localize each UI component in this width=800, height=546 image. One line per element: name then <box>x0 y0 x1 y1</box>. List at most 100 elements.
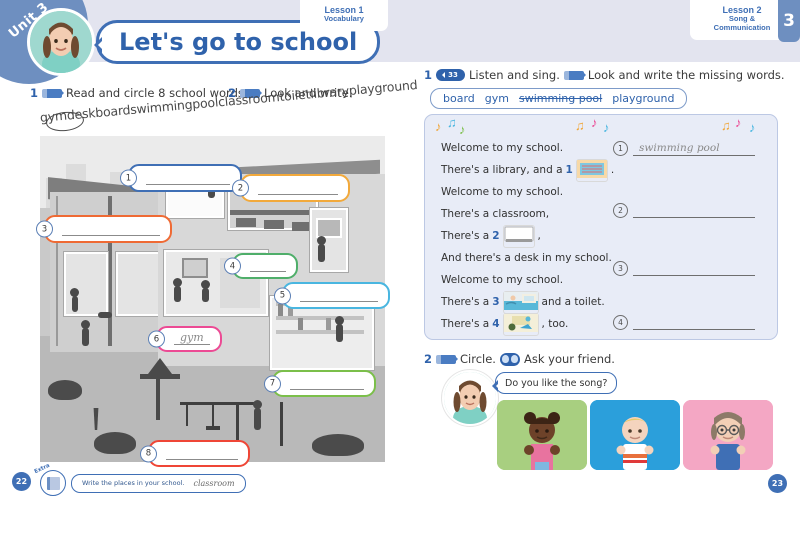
page-title: Let's go to school <box>119 28 358 56</box>
exercise-1-text-a: Listen and sing. <box>469 68 560 82</box>
pen-icon <box>563 70 586 80</box>
lesson-left-subtitle: Vocabulary <box>324 14 364 24</box>
exercise-1-number-right: 1 <box>424 68 433 82</box>
callout-4[interactable]: 4 <box>224 253 298 279</box>
lyric-line-5: There's a 2 , <box>441 224 641 248</box>
exercise-2-text-a: Circle. <box>460 352 496 366</box>
pen-icon <box>42 88 65 98</box>
lyric-text: There's a <box>441 296 490 308</box>
exercise-1-instruction-right: 1 33 Listen and sing. Look and write the… <box>424 68 785 82</box>
callout-8-number: 8 <box>140 445 157 462</box>
answer-line-3[interactable]: 3 <box>613 261 755 276</box>
lyric-blank-number: 3 <box>492 296 500 308</box>
page-number-right: 23 <box>768 474 787 493</box>
lyric-line-6: And there's a desk in my school. <box>441 247 641 269</box>
answer-1-number: 1 <box>613 141 628 156</box>
callout-7[interactable]: 7 <box>264 370 376 397</box>
exercise-1-text-b: Look and write the missing words. <box>587 68 785 82</box>
kid-card-blue[interactable] <box>590 400 680 470</box>
music-note-icon: ♪ <box>603 120 610 135</box>
song-box: ♪ ♫ ♪ ♫ ♪ ♪ ♫ ♪ ♪ Welcome to my school. … <box>424 114 778 340</box>
answer-3-rule[interactable] <box>633 263 755 276</box>
music-note-icon: ♪ <box>749 120 756 135</box>
answer-1-rule[interactable]: swimming pool <box>633 142 755 156</box>
speech-bubble-text: Do you like the song? <box>505 377 608 389</box>
notebook-icon <box>46 476 60 490</box>
answer-1-value: swimming pool <box>639 142 720 154</box>
exercise-2-text-b: Ask your friend. <box>523 352 615 366</box>
speech-bubble: Do you like the song? <box>491 372 618 394</box>
lyric-line-9: There's a 4 , too. <box>441 312 641 336</box>
lyric-text: And there's a desk in my school. <box>441 252 612 264</box>
answer-line-4[interactable]: 4 <box>613 315 755 330</box>
word-bank-item-gym[interactable]: gym <box>485 92 509 105</box>
audio-icon[interactable]: 33 <box>436 69 466 81</box>
exercise-2-instruction-right: 2 Circle. Ask your friend. <box>424 352 615 366</box>
kid-card-green[interactable] <box>497 400 587 470</box>
music-note-icon: ♪ <box>735 115 742 130</box>
extra-pill[interactable]: Write the places in your school. classro… <box>71 473 246 493</box>
music-note-icon: ♪ <box>591 115 598 130</box>
music-note-icon: ♫ <box>447 115 457 130</box>
word-bank-item-playground[interactable]: playground <box>612 92 674 105</box>
lyric-line-7: Welcome to my school. <box>441 269 641 291</box>
answer-4-rule[interactable] <box>633 317 755 330</box>
music-note-icon: ♪ <box>459 122 466 137</box>
callout-7-number: 7 <box>264 375 281 392</box>
answer-line-2[interactable]: 2 <box>613 203 755 218</box>
music-note-icon: ♫ <box>721 118 731 133</box>
kid-card-pink[interactable] <box>683 400 773 470</box>
callout-5-number: 5 <box>274 287 291 304</box>
word-bank[interactable]: board gym swimming pool playground <box>430 88 688 109</box>
swimming-pool-thumbnail-icon <box>502 290 539 314</box>
lyric-text: , <box>537 230 541 242</box>
word-string-puzzle[interactable]: gymdeskboardswimmingpoolclassroomtoiletl… <box>39 77 418 133</box>
callout-3[interactable]: 3 <box>36 215 172 243</box>
lyric-text: . <box>610 164 615 176</box>
audio-track-number: 33 <box>448 71 458 79</box>
lesson-right-subtitle-2: Communication <box>713 22 771 32</box>
lyric-text: Welcome to my school. <box>441 142 564 154</box>
lyric-text: There's a classroom, <box>441 208 550 220</box>
lyric-line-8: There's a 3 and a toilet. <box>441 290 641 314</box>
answer-4-number: 4 <box>613 315 628 330</box>
lyric-text: Welcome to my school. <box>441 274 564 286</box>
word-bank-item-swimming-pool[interactable]: swimming pool <box>519 92 602 105</box>
student-photo <box>442 370 498 426</box>
answer-2-rule[interactable] <box>633 205 755 218</box>
pen-icon <box>436 354 459 364</box>
lyric-line-2: There's a library, and a 1 . <box>441 158 641 182</box>
callout-2-number: 2 <box>232 179 249 197</box>
callout-4-number: 4 <box>224 257 241 275</box>
answer-3-number: 3 <box>613 261 628 276</box>
unit-number-tab: 3 <box>778 0 800 42</box>
callout-6-answer: gym <box>180 331 204 344</box>
extra-ribbon-label: Extra <box>33 462 51 476</box>
extra-answer: classroom <box>193 478 235 488</box>
extra-label: Write the places in your school. <box>82 479 185 487</box>
gym-thumbnail-icon <box>502 312 539 336</box>
callout-6-number: 6 <box>148 330 165 348</box>
callout-2[interactable]: 2 <box>232 174 350 202</box>
lyric-text: There's a <box>441 318 490 330</box>
song-lyrics: Welcome to my school. There's a library,… <box>441 137 641 336</box>
music-note-icon: ♫ <box>575 118 585 133</box>
answer-2-number: 2 <box>613 203 628 218</box>
callout-8[interactable]: 8 <box>140 440 250 467</box>
word-bank-item-board[interactable]: board <box>443 92 475 105</box>
lyric-text: Welcome to my school. <box>441 186 564 198</box>
callout-5[interactable]: 5 <box>274 282 390 309</box>
callout-1[interactable]: 1 <box>120 164 242 192</box>
lesson-tag-left: Lesson 1 Vocabulary <box>300 0 388 31</box>
page-number-left: 22 <box>12 472 31 491</box>
exercise-2-number-right: 2 <box>424 352 433 366</box>
exercise-1-number: 1 <box>30 86 39 100</box>
lyric-text: There's a <box>441 230 490 242</box>
lyric-text: There's a library, and a <box>441 164 563 176</box>
extra-activity-bar[interactable]: Extra Write the places in your school. c… <box>33 463 246 496</box>
callout-6[interactable]: 6 gym <box>148 326 222 352</box>
avatar <box>27 8 95 76</box>
extra-badge: Extra <box>33 463 66 496</box>
lyric-text: and a toilet. <box>541 296 605 308</box>
answer-line-1[interactable]: 1 swimming pool <box>613 141 755 156</box>
